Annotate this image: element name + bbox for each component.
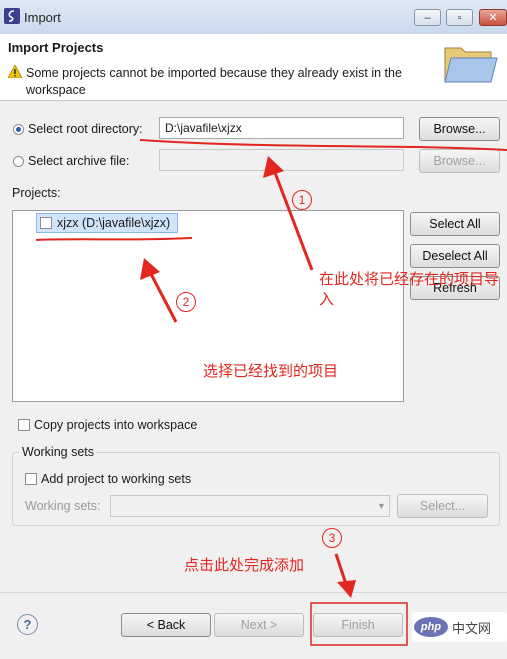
step1-number: 1: [292, 190, 312, 210]
arrow-3: [334, 553, 348, 585]
arrowhead-3: [337, 580, 356, 598]
step1-text: 在此处将已经存在的项目导入: [319, 271, 500, 308]
step3-text: 点击此处完成添加: [184, 557, 305, 574]
arrowhead-2: [140, 258, 160, 280]
step3-number: 3: [322, 528, 342, 548]
underline-root-path: [139, 139, 507, 151]
step2-text: 选择已经找到的项目: [203, 363, 339, 380]
finish-highlight: [310, 602, 408, 646]
php-logo: php: [414, 617, 448, 637]
arrow-1: [272, 169, 314, 271]
arrow-2: [148, 271, 178, 323]
step2-number: 2: [176, 292, 196, 312]
underline-project: [35, 237, 193, 241]
watermark-text: 中文网: [452, 620, 492, 636]
site-watermark: php 中文网: [412, 612, 507, 642]
arrowhead-1: [263, 156, 284, 178]
